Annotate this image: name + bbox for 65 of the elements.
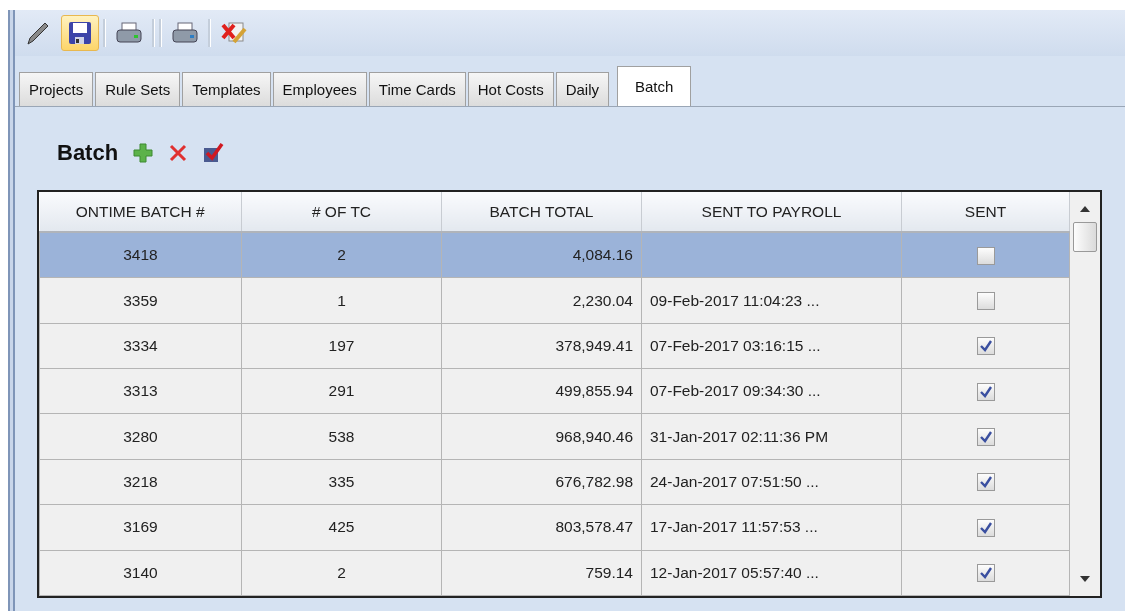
table-cell: 3334 [39, 323, 242, 369]
delete-icon[interactable] [168, 143, 189, 163]
table-cell: 2 [241, 550, 442, 596]
column-header[interactable]: # OF TC [241, 192, 442, 232]
checkbox[interactable] [976, 518, 995, 537]
printer-icon [171, 21, 199, 45]
scrollbar[interactable] [1070, 192, 1100, 596]
tab[interactable]: Rule Sets [95, 72, 181, 106]
checkbox-tick-icon[interactable] [202, 142, 225, 164]
table-cell: 803,578.47 [441, 504, 642, 551]
panel-title: Batch [57, 140, 119, 166]
table-cell: 3140 [39, 550, 242, 596]
table-cell: 3169 [39, 504, 242, 551]
table-cell: 425 [241, 504, 442, 551]
column-header[interactable]: SENT TO PAYROLL [641, 192, 902, 232]
table-cell: 1 [241, 277, 442, 324]
tab[interactable]: Daily [555, 72, 609, 106]
add-icon[interactable] [132, 142, 155, 164]
table-cell: 968,940.46 [441, 413, 642, 460]
checkbox[interactable] [976, 246, 995, 265]
column-header[interactable]: SENT [901, 192, 1070, 232]
table-cell: 378,949.41 [441, 323, 642, 369]
tab[interactable]: Batch [617, 66, 692, 106]
table-cell: 12-Jan-2017 05:57:40 ... [641, 550, 902, 596]
tab[interactable]: Projects [19, 72, 94, 106]
checkbox[interactable] [976, 292, 995, 310]
table-cell: 3218 [39, 459, 242, 505]
checkbox[interactable] [976, 382, 995, 401]
scroll-thumb[interactable] [1073, 222, 1097, 252]
checkbox[interactable] [976, 473, 995, 492]
table-cell: 499,855.94 [441, 368, 642, 414]
table-cell: 759.14 [441, 550, 642, 596]
document-delete-icon [220, 20, 248, 46]
checkbox[interactable] [976, 428, 995, 447]
table-cell: 676,782.98 [441, 459, 642, 505]
column-header[interactable]: BATCH TOTAL [441, 192, 642, 232]
table-cell: 07-Feb-2017 03:16:15 ... [641, 323, 902, 369]
table-cell: 07-Feb-2017 09:34:30 ... [641, 368, 902, 414]
scroll-down-arrow-icon[interactable] [1080, 576, 1090, 582]
table-cell: 4,084.16 [441, 232, 642, 278]
table-cell: 24-Jan-2017 07:51:50 ... [641, 459, 902, 505]
checkbox[interactable] [976, 337, 995, 356]
tab[interactable]: Time Cards [368, 72, 466, 106]
table-cell: 17-Jan-2017 11:57:53 ... [641, 504, 902, 551]
scroll-up-arrow-icon[interactable] [1080, 206, 1090, 212]
checkbox[interactable] [976, 564, 995, 583]
tab[interactable]: Hot Costs [467, 72, 554, 106]
tab[interactable]: Templates [182, 72, 271, 106]
printer-icon [115, 21, 143, 45]
table-cell: 09-Feb-2017 11:04:23 ... [641, 277, 902, 324]
table-cell: 31-Jan-2017 02:11:36 PM [641, 413, 902, 460]
table-cell: 2 [241, 232, 442, 278]
table-cell: 3359 [39, 277, 242, 324]
table-cell: 538 [241, 413, 442, 460]
table-cell: 197 [241, 323, 442, 369]
table-cell: 3313 [39, 368, 242, 414]
table-cell: 3280 [39, 413, 242, 460]
table-cell: 2,230.04 [441, 277, 642, 324]
toolbar-button[interactable] [61, 15, 99, 51]
tab[interactable]: Employees [272, 72, 367, 106]
column-header[interactable]: ONTIME BATCH # [39, 192, 242, 232]
table-cell: 335 [241, 459, 442, 505]
table-cell: 3418 [39, 232, 242, 278]
table-cell: 291 [241, 368, 442, 414]
pencil-icon [25, 20, 51, 46]
